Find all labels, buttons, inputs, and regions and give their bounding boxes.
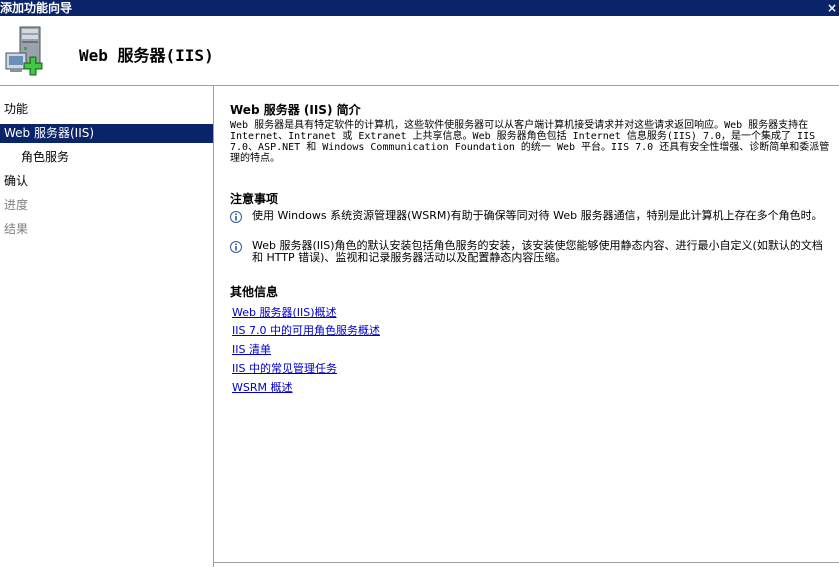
page-title: Web 服务器(IIS) bbox=[79, 46, 214, 65]
sidebar-item-results: 结果 bbox=[4, 222, 29, 236]
note-text: 使用 Windows 系统资源管理器(WSRM)有助于确保等同对待 Web 服务… bbox=[252, 209, 823, 222]
sidebar-item-features[interactable]: 功能 bbox=[4, 100, 28, 119]
link-iis7-role-services-overview[interactable]: IIS 7.0 中的可用角色服务概述 bbox=[232, 324, 380, 338]
link-iis-checklist[interactable]: IIS 清单 bbox=[232, 343, 271, 357]
server-add-icon bbox=[5, 26, 43, 76]
link-iis-common-admin-tasks[interactable]: IIS 中的常见管理任务 bbox=[232, 362, 337, 376]
wizard-header: Web 服务器(IIS) bbox=[0, 16, 839, 86]
note-text: Web 服务器(IIS)角色的默认安装包括角色服务的安装，该安装使您能够使用静态… bbox=[252, 239, 823, 264]
close-button[interactable]: × bbox=[825, 0, 839, 16]
info-icon bbox=[230, 211, 242, 223]
title-bar[interactable]: 添加功能向导 × bbox=[0, 0, 839, 16]
footer-divider bbox=[214, 562, 839, 563]
sidebar-item-progress: 进度 bbox=[4, 198, 29, 212]
link-wsrm-overview[interactable]: WSRM 概述 bbox=[232, 381, 293, 395]
notes-heading: 注意事项 bbox=[230, 192, 279, 206]
window-title: 添加功能向导 bbox=[0, 1, 73, 15]
intro-heading: Web 服务器 (IIS) 简介 bbox=[230, 103, 361, 117]
sidebar-item-role-services[interactable]: 角色服务 bbox=[21, 148, 69, 167]
sidebar-item-confirmation[interactable]: 确认 bbox=[4, 172, 28, 191]
wizard-window: 添加功能向导 × Web 服务器(IIS) 功能 Web 服务器(IIS) 角色… bbox=[0, 0, 839, 567]
info-icon bbox=[230, 241, 242, 253]
intro-text: Web 服务器是具有特定软件的计算机，这些软件使服务器可以从客户端计算机接受请求… bbox=[230, 120, 830, 164]
sidebar-item-web-server[interactable]: Web 服务器(IIS) bbox=[0, 124, 213, 143]
main-content: Web 服务器 (IIS) 简介 Web 服务器是具有特定软件的计算机，这些软件… bbox=[214, 86, 839, 567]
wizard-steps-sidebar: 功能 Web 服务器(IIS) 角色服务 确认 进度 结果 bbox=[0, 86, 213, 567]
more-info-heading: 其他信息 bbox=[230, 285, 279, 299]
link-web-server-overview[interactable]: Web 服务器(IIS)概述 bbox=[232, 306, 337, 320]
